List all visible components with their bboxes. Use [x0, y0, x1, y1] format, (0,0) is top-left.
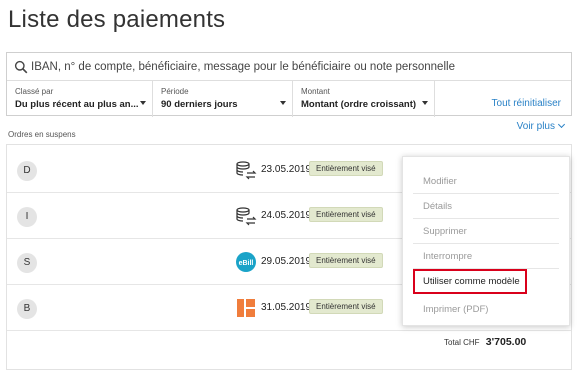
status-badge: Entièrement visé — [309, 207, 383, 222]
ebill-icon: eBill — [236, 252, 256, 272]
menu-item-details[interactable]: Détails — [413, 194, 559, 219]
status-badge: Entièrement visé — [309, 253, 383, 268]
standing-order-icon — [236, 207, 257, 226]
avatar: B — [17, 299, 37, 319]
chevron-down-icon — [557, 120, 566, 129]
period-label: Période — [161, 87, 189, 96]
total-label: Total CHF — [444, 338, 480, 347]
amount-label: Montant — [301, 87, 330, 96]
reset-all-link[interactable]: Tout réinitialiser — [492, 98, 561, 109]
avatar: S — [17, 253, 37, 273]
payment-date: 29.05.2019 — [261, 256, 312, 267]
payment-date: 31.05.2019 — [261, 302, 312, 313]
ebill-icon-text: eBill — [239, 260, 254, 267]
payment-date: 23.05.2019 — [261, 164, 312, 175]
chevron-down-icon — [280, 101, 286, 105]
status-badge: Entièrement visé — [309, 161, 383, 176]
standing-order-icon — [236, 161, 257, 180]
avatar: I — [17, 207, 37, 227]
see-more-label: Voir plus — [516, 121, 555, 132]
avatar: D — [17, 161, 37, 181]
sort-label: Classé par — [15, 87, 54, 96]
see-more-link[interactable]: Voir plus — [516, 120, 566, 132]
payment-date: 24.05.2019 — [261, 210, 312, 221]
menu-item-supprimer[interactable]: Supprimer — [413, 219, 559, 244]
menu-item-use-as-template[interactable]: Utiliser comme modèle — [413, 269, 527, 294]
context-menu: Modifier Détails Supprimer Interrompre U… — [402, 156, 570, 326]
menu-item-interrompre[interactable]: Interrompre — [413, 244, 559, 269]
section-label: Ordres en suspens — [8, 130, 76, 139]
filters-row: Classé par Du plus récent au plus an... … — [7, 81, 571, 117]
sort-dropdown[interactable]: Classé par Du plus récent au plus an... — [7, 81, 153, 117]
menu-item-print-pdf[interactable]: Imprimer (PDF) — [413, 297, 559, 322]
chevron-down-icon — [422, 101, 428, 105]
amount-value: Montant (ordre croissant) — [301, 99, 417, 110]
chevron-down-icon — [140, 101, 146, 105]
amount-dropdown[interactable]: Montant Montant (ordre croissant) — [293, 81, 435, 117]
filter-panel: Classé par Du plus récent au plus an... … — [6, 52, 572, 117]
total-amount: 3'705.00 — [485, 336, 527, 348]
search-icon — [14, 60, 28, 74]
qr-bill-icon — [237, 299, 255, 317]
period-dropdown[interactable]: Période 90 derniers jours — [153, 81, 293, 117]
menu-item-modifier[interactable]: Modifier — [413, 169, 559, 194]
sort-value: Du plus récent au plus an... — [15, 99, 139, 110]
status-badge: Entièrement visé — [309, 299, 383, 314]
page-title: Liste des paiements — [8, 6, 226, 33]
period-value: 90 derniers jours — [161, 99, 238, 110]
search-input[interactable] — [31, 57, 551, 77]
total-summary: Total CHF 3'705.00 — [444, 336, 526, 348]
search-bar — [7, 53, 571, 81]
